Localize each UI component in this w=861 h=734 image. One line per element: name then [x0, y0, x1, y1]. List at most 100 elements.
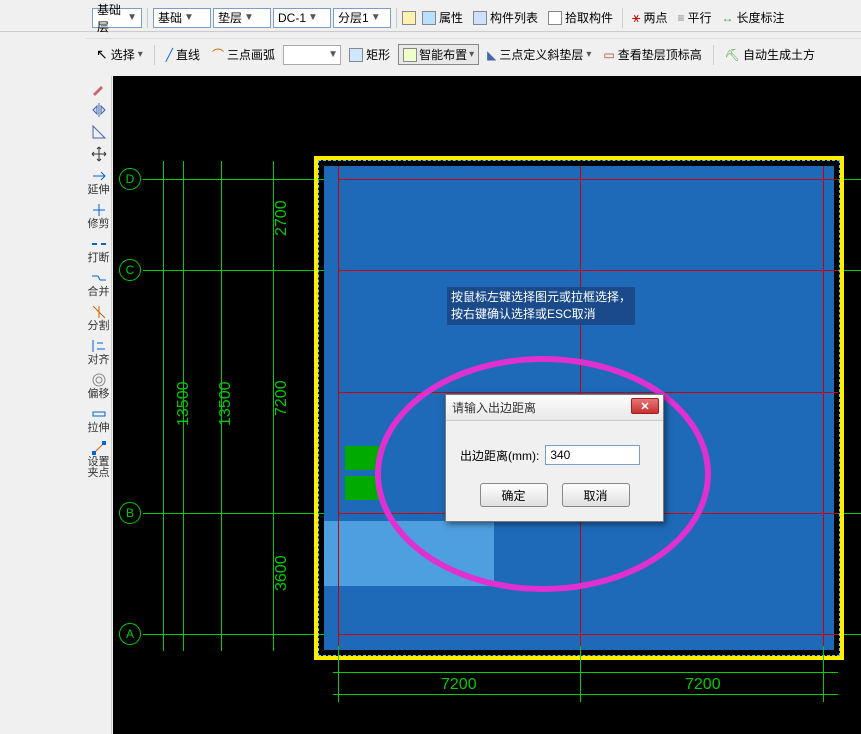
combo-bedding[interactable]: 垫层▼: [213, 8, 271, 28]
length-dim-button[interactable]: ↔长度标注: [718, 7, 789, 29]
select-button[interactable]: ↖选择▾: [92, 44, 147, 66]
label: 属性: [439, 9, 463, 26]
dialog-title-text: 请输入出边距离: [452, 399, 536, 416]
axis-bubble-B: B: [119, 502, 141, 524]
combo-sublayer[interactable]: 分层1▼: [333, 8, 391, 28]
dim-h7200b: 7200: [685, 676, 721, 694]
dialog-buttons: 确定 取消: [460, 483, 649, 507]
dim-line-h2: [333, 694, 838, 695]
dim-2700: 2700: [273, 200, 291, 236]
extend-icon: [91, 168, 107, 184]
dialog-titlebar[interactable]: 请输入出边距离 ✕: [446, 395, 663, 421]
label: 打断: [88, 253, 110, 264]
separator: [147, 8, 148, 28]
label: 两点: [643, 9, 667, 26]
label: 平行: [687, 9, 711, 26]
line-button[interactable]: ╱直线: [162, 44, 204, 66]
combo-layer[interactable]: 基础层▼: [92, 8, 142, 28]
label: 智能布置: [419, 46, 467, 63]
tool-trim[interactable]: 修剪: [88, 202, 110, 230]
edge-distance-label: 出边距离(mm):: [460, 447, 539, 464]
dim-line-v1: [163, 161, 164, 651]
properties-button[interactable]: 属性: [418, 7, 467, 29]
tool-stretch[interactable]: 拉伸: [88, 406, 110, 434]
tool-mirror[interactable]: [88, 102, 110, 118]
combo-small[interactable]: ▼: [283, 45, 341, 65]
combo-category[interactable]: 基础▼: [153, 8, 211, 28]
offset-icon: [91, 372, 107, 388]
auto-soil-button[interactable]: ⛏自动生成土方: [721, 44, 819, 66]
dialog-body: 出边距离(mm): 确定 取消: [446, 421, 663, 521]
tool-grip[interactable]: 设置夹点: [88, 440, 110, 479]
label: 拉伸: [88, 423, 110, 434]
tooltip-line2: 按右键确认选择或ESC取消: [451, 306, 631, 323]
chevron-down-icon: ▾: [586, 49, 591, 60]
mirror-icon: [91, 102, 107, 118]
ok-button[interactable]: 确定: [480, 483, 548, 507]
soil-icon: ⛏: [725, 48, 740, 62]
parallel-button[interactable]: ≡平行: [673, 7, 715, 29]
separator: [154, 45, 155, 65]
label: 构件列表: [490, 9, 538, 26]
tool-extend[interactable]: 延伸: [88, 168, 110, 196]
merge-icon: [91, 270, 107, 286]
cursor-icon: ↖: [96, 46, 108, 63]
label: DC-1: [278, 11, 306, 25]
chevron-down-icon: ▼: [371, 12, 381, 23]
two-points-button[interactable]: ⚹两点: [628, 7, 671, 29]
define-icon[interactable]: [402, 11, 416, 25]
dim-13500a: 13500: [217, 382, 235, 427]
rect-icon: [349, 48, 363, 62]
smart-layout-button[interactable]: 智能布置▾: [398, 44, 479, 65]
chevron-down-icon: ▾: [138, 49, 143, 60]
chevron-down-icon: ▼: [308, 12, 318, 23]
tool-move[interactable]: [88, 146, 110, 162]
label: 修剪: [88, 219, 110, 230]
properties-icon: [422, 11, 436, 25]
eyedropper-icon: [548, 11, 562, 25]
red-gridline: [823, 166, 824, 650]
tool-offset[interactable]: 偏移: [88, 372, 110, 400]
move-icon: [91, 146, 107, 162]
two-points-icon: ⚹: [632, 9, 640, 26]
label: 延伸: [88, 185, 110, 196]
tool-break[interactable]: 打断: [88, 236, 110, 264]
label: 三点画弧: [227, 46, 275, 63]
tool-align[interactable]: 对齐: [88, 338, 110, 366]
drawing-canvas[interactable]: D C B A 2700 7200 3600 13500 13500 按鼠标左键…: [113, 76, 861, 734]
dim-tick: [338, 646, 339, 702]
label: 基础: [158, 9, 182, 26]
cancel-button[interactable]: 取消: [562, 483, 630, 507]
label: 直线: [176, 46, 200, 63]
label: 垫层: [218, 9, 242, 26]
rect-button[interactable]: 矩形: [345, 44, 394, 66]
axis-bubble-D: D: [119, 168, 141, 190]
tool-brush[interactable]: [88, 80, 110, 96]
break-icon: [91, 236, 107, 252]
smart-icon: [403, 48, 417, 62]
view-top-button[interactable]: ▭查看垫层顶标高: [599, 44, 705, 66]
label: 自动生成土方: [743, 46, 815, 63]
line-icon: ╱: [166, 48, 173, 62]
pick-member-button[interactable]: 拾取构件: [544, 7, 617, 29]
split-icon: [91, 304, 107, 320]
member-list-button[interactable]: 构件列表: [469, 7, 542, 29]
arc-button[interactable]: ⌒三点画弧: [208, 44, 279, 66]
chevron-down-icon: ▼: [244, 12, 254, 23]
label: 设置夹点: [88, 457, 110, 479]
dialog-row: 出边距离(mm):: [460, 445, 649, 465]
arc-icon: ⌒: [212, 46, 224, 63]
tri-define-button[interactable]: ◣三点定义斜垫层▾: [483, 44, 595, 66]
tool-triangle[interactable]: [88, 124, 110, 140]
label: 拾取构件: [565, 9, 613, 26]
slope-icon: ◣: [487, 48, 496, 62]
tool-merge[interactable]: 合并: [88, 270, 110, 298]
tool-split[interactable]: 分割: [88, 304, 110, 332]
dimension-icon: ↔: [722, 11, 734, 25]
combo-member[interactable]: DC-1▼: [273, 8, 331, 28]
toolbar-row-2: ↖选择▾ ╱直线 ⌒三点画弧 ▼ 矩形 智能布置▾ ◣三点定义斜垫层▾ ▭查看垫…: [86, 38, 861, 70]
dialog-close-button[interactable]: ✕: [631, 398, 659, 414]
edge-distance-input[interactable]: [545, 445, 640, 465]
label: 偏移: [88, 389, 110, 400]
hint-tooltip: 按鼠标左键选择图元或拉框选择， 按右键确认选择或ESC取消: [447, 287, 635, 325]
